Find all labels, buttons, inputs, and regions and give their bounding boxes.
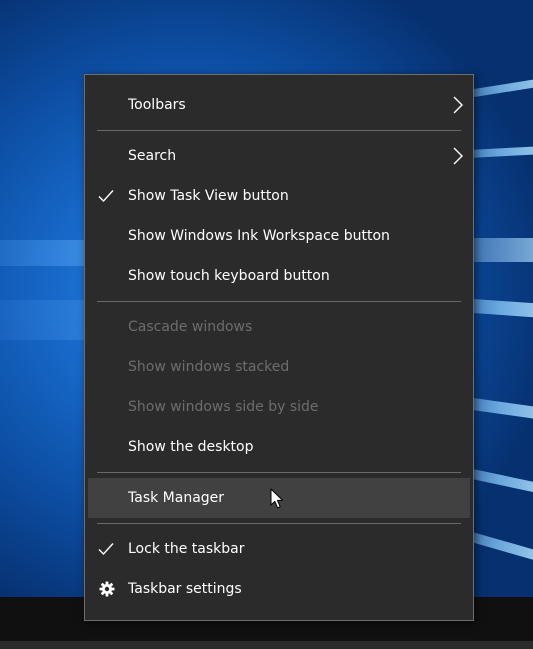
menu-item-show-touch-keyboard-button[interactable]: Show touch keyboard button — [85, 256, 473, 296]
taskbar-edge — [0, 641, 533, 649]
menu-separator — [97, 472, 461, 473]
wallpaper-light-ray — [0, 240, 90, 266]
mouse-pointer-icon — [270, 488, 284, 509]
menu-item-label: Cascade windows — [128, 319, 253, 335]
menu-item-label: Show Task View button — [128, 188, 289, 204]
menu-item-show-windows-stacked: Show windows stacked — [85, 347, 473, 387]
menu-item-show-the-desktop[interactable]: Show the desktop — [85, 427, 473, 467]
menu-item-lock-the-taskbar[interactable]: Lock the taskbar — [85, 529, 473, 569]
menu-item-taskbar-settings[interactable]: Taskbar settings — [85, 569, 473, 609]
menu-item-cascade-windows: Cascade windows — [85, 307, 473, 347]
menu-separator — [97, 301, 461, 302]
wallpaper-light-ray — [0, 300, 90, 340]
menu-separator — [97, 523, 461, 524]
checkmark-icon — [98, 190, 114, 203]
menu-item-show-windows-ink-workspace-button[interactable]: Show Windows Ink Workspace button — [85, 216, 473, 256]
gear-icon — [99, 581, 115, 597]
chevron-right-icon — [453, 96, 463, 114]
menu-separator — [97, 130, 461, 131]
menu-item-label: Search — [128, 148, 177, 164]
menu-item-toolbars[interactable]: Toolbars — [85, 85, 473, 125]
menu-item-label: Show windows side by side — [128, 399, 319, 415]
menu-item-search[interactable]: Search — [85, 136, 473, 176]
menu-item-label: Taskbar settings — [128, 581, 242, 597]
menu-item-label: Lock the taskbar — [128, 541, 245, 557]
checkmark-icon — [98, 543, 114, 556]
taskbar-context-menu: Toolbars Search Show Task View button Sh… — [84, 74, 474, 621]
menu-item-label: Toolbars — [128, 97, 186, 113]
menu-item-label: Show windows stacked — [128, 359, 290, 375]
menu-item-label: Show the desktop — [128, 439, 254, 455]
menu-item-label: Show Windows Ink Workspace button — [128, 228, 390, 244]
menu-item-label: Task Manager — [128, 490, 225, 506]
menu-item-label: Show touch keyboard button — [128, 268, 330, 284]
menu-item-show-task-view-button[interactable]: Show Task View button — [85, 176, 473, 216]
chevron-right-icon — [453, 147, 463, 165]
menu-item-show-windows-side-by-side: Show windows side by side — [85, 387, 473, 427]
